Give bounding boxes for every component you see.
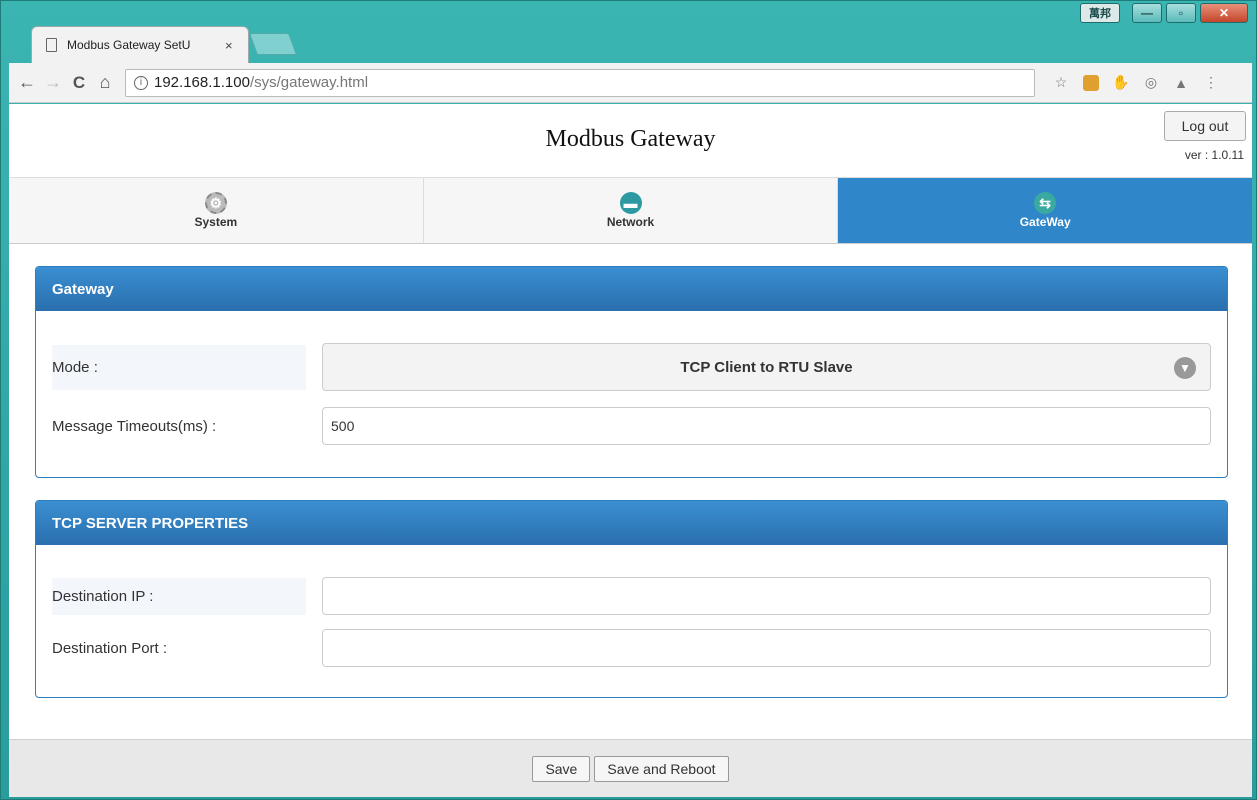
window-controls: 萬邦 — ▫ ✕	[1080, 3, 1248, 23]
main-content: Gateway Mode : TCP Client to RTU Slave ▼…	[9, 244, 1252, 698]
timeout-label: Message Timeouts(ms) :	[52, 417, 217, 435]
dest-port-label: Destination Port :	[52, 639, 168, 657]
gateway-panel: Gateway Mode : TCP Client to RTU Slave ▼…	[35, 266, 1228, 478]
dest-ip-input[interactable]	[322, 577, 1211, 615]
version-label: ver : 1.0.11	[1184, 148, 1244, 162]
gateway-panel-title: Gateway	[36, 267, 1227, 311]
dest-ip-control	[322, 577, 1211, 615]
timeout-input[interactable]: 500	[322, 407, 1211, 445]
address-bar[interactable]: i 192.168.1.100 /sys/gateway.html	[125, 68, 1035, 97]
logout-button[interactable]: Log out	[1164, 111, 1246, 141]
bookmark-star-icon[interactable]: ☆	[1053, 74, 1069, 91]
save-button[interactable]: Save	[532, 755, 591, 782]
url-host: 192.168.1.100	[154, 74, 250, 91]
extension-icon[interactable]	[1083, 74, 1099, 91]
gear-icon: ⚙	[204, 192, 227, 214]
timeout-row: Message Timeouts(ms) : 500	[52, 407, 1211, 445]
mode-row: Mode : TCP Client to RTU Slave ▼	[52, 343, 1211, 391]
dest-port-row: Destination Port :	[52, 629, 1211, 667]
forward-icon[interactable]: →	[41, 71, 65, 95]
dest-ip-row: Destination IP :	[52, 577, 1211, 615]
minimize-button[interactable]: —	[1132, 3, 1162, 23]
extension-icons: ☆ ✋ ◎ ▲ ⋮	[1053, 74, 1219, 91]
page-title: Modbus Gateway	[545, 126, 716, 152]
title-bar: Modbus Gateway SetU × 萬邦 — ▫ ✕	[1, 1, 1257, 63]
reload-icon[interactable]: C	[67, 71, 91, 95]
tab-close-icon[interactable]: ×	[225, 38, 233, 53]
extension-hand-icon[interactable]: ✋	[1112, 74, 1129, 91]
page-icon	[46, 38, 57, 52]
dest-ip-label: Destination IP :	[52, 577, 306, 615]
dest-port-input[interactable]	[322, 629, 1211, 667]
extension-drive-icon[interactable]: ▲	[1173, 75, 1189, 91]
close-window-button[interactable]: ✕	[1200, 3, 1248, 23]
tab-gateway-label: GateWay	[1019, 215, 1071, 229]
gateway-panel-body: Mode : TCP Client to RTU Slave ▼ Message…	[36, 311, 1227, 477]
tcp-server-panel-body: Destination IP : Destination Port :	[36, 545, 1227, 697]
save-and-reboot-button[interactable]: Save and Reboot	[594, 755, 729, 782]
tab-network-label: Network	[606, 215, 655, 229]
tcp-server-panel-title: TCP SERVER PROPERTIES	[36, 501, 1227, 545]
tcp-server-panel: TCP SERVER PROPERTIES Destination IP : D…	[35, 500, 1228, 698]
home-icon[interactable]: ⌂	[93, 71, 117, 95]
back-icon[interactable]: ←	[15, 71, 39, 95]
page-header: Modbus Gateway Log out ver : 1.0.11	[9, 104, 1252, 178]
mode-control: TCP Client to RTU Slave ▼	[322, 343, 1211, 391]
extension-circle-icon[interactable]: ◎	[1143, 74, 1159, 91]
chevron-down-icon[interactable]: ▼	[1174, 357, 1196, 379]
browser-window: Modbus Gateway SetU × 萬邦 — ▫ ✕ ← → C ⌂ i…	[0, 0, 1257, 800]
tab-title: Modbus Gateway SetU	[67, 38, 191, 52]
page-footer: Save Save and Reboot	[9, 739, 1252, 797]
mode-selected-value: TCP Client to RTU Slave	[680, 358, 853, 376]
tab-gateway[interactable]: ⇆ GateWay	[838, 178, 1253, 243]
gateway-icon: ⇆	[1034, 192, 1057, 214]
timeout-control: 500	[322, 407, 1211, 445]
url-path: /sys/gateway.html	[249, 74, 369, 91]
tab-network[interactable]: ▬ Network	[423, 178, 839, 243]
maximize-button[interactable]: ▫	[1166, 3, 1196, 23]
menu-icon[interactable]: ⋮	[1203, 74, 1219, 91]
ime-indicator[interactable]: 萬邦	[1080, 3, 1120, 23]
main-nav: ⚙ System ▬ Network ⇆ GateWay	[9, 178, 1253, 244]
mode-label: Mode :	[52, 344, 306, 390]
mode-select[interactable]: TCP Client to RTU Slave ▼	[322, 343, 1211, 391]
tab-system-label: System	[194, 215, 238, 229]
dest-port-control	[322, 629, 1211, 667]
browser-toolbar: ← → C ⌂ i 192.168.1.100 /sys/gateway.htm…	[9, 63, 1252, 103]
info-icon[interactable]: i	[134, 75, 148, 90]
browser-tab[interactable]: Modbus Gateway SetU ×	[31, 26, 249, 63]
network-icon: ▬	[619, 192, 642, 214]
tab-system[interactable]: ⚙ System	[9, 178, 424, 243]
web-page: Modbus Gateway Log out ver : 1.0.11 ⚙ Sy…	[9, 104, 1253, 797]
new-tab-button[interactable]	[248, 33, 298, 55]
